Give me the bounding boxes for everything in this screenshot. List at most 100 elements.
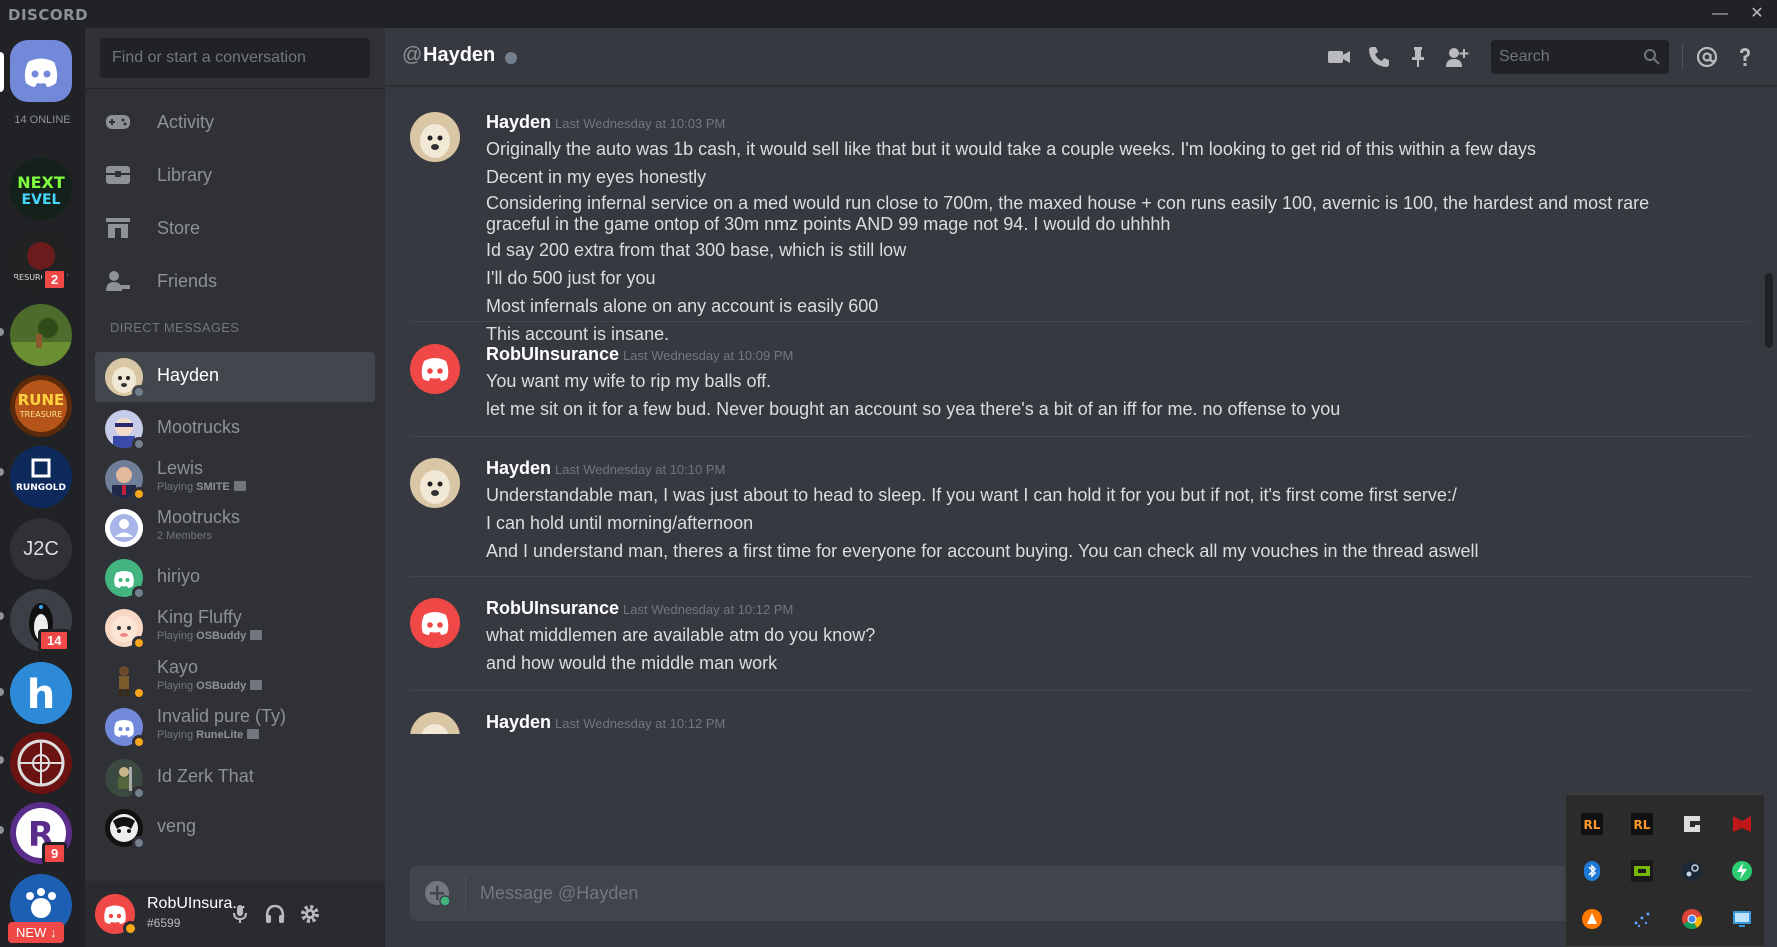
message-divider xyxy=(410,690,1750,691)
dm-name: King Fluffy xyxy=(157,607,242,627)
message-avatar[interactable] xyxy=(410,112,460,162)
chat-scrollbar[interactable] xyxy=(1765,88,1773,858)
rungold-server-icon[interactable]: RUNGOLD xyxy=(10,446,72,508)
message-divider xyxy=(410,321,1750,322)
message-input[interactable]: Message @Hayden xyxy=(480,883,638,904)
razer-icon[interactable]: RL xyxy=(1581,813,1603,835)
dm-item-invalid-pure[interactable]: Invalid pure (Ty) Playing RuneLite xyxy=(95,702,375,752)
message-avatar[interactable] xyxy=(410,598,460,648)
scrollbar-thumb[interactable] xyxy=(1765,273,1773,348)
landscape-server-icon[interactable] xyxy=(10,304,72,366)
network-icon[interactable] xyxy=(1631,908,1653,930)
video-call-icon[interactable] xyxy=(1327,45,1351,69)
next-level-server-icon[interactable]: NEXT EVEL xyxy=(10,158,72,220)
status-idle-indicator xyxy=(132,636,146,650)
wheel-server-icon[interactable] xyxy=(10,732,72,794)
nav-library[interactable]: Library xyxy=(95,153,375,197)
settings-gear-icon[interactable] xyxy=(299,903,321,925)
close-button[interactable]: ✕ xyxy=(1737,2,1777,26)
nav-friends[interactable]: Friends xyxy=(95,259,375,303)
h-server-icon[interactable]: h xyxy=(10,662,72,724)
status-idle-indicator xyxy=(132,487,146,501)
dm-item-mootrucks[interactable]: Mootrucks xyxy=(95,404,375,454)
message-text: let me sit on it for a few bud. Never bo… xyxy=(486,399,1341,419)
home-button[interactable] xyxy=(10,40,72,102)
message-author[interactable]: RobUInsurance Last Wednesday at 10:09 PM xyxy=(486,344,793,365)
server-badge: 2 xyxy=(42,268,68,291)
message-avatar[interactable] xyxy=(410,458,460,508)
message-text: I'll do 500 just for you xyxy=(486,268,656,288)
message-avatar[interactable] xyxy=(410,344,460,394)
pin-icon[interactable] xyxy=(1406,45,1430,69)
add-friend-to-dm-icon[interactable] xyxy=(1445,45,1469,69)
dm-member-count: 2 Members xyxy=(157,530,213,542)
display-icon[interactable] xyxy=(1731,908,1753,930)
dm-item-veng[interactable]: veng xyxy=(95,803,375,853)
steam-icon[interactable] xyxy=(1681,860,1703,882)
avast-icon[interactable] xyxy=(1581,908,1603,930)
title-bar: DISCORD — ✕ ☐ xyxy=(0,0,1777,28)
dm-item-hiriyo[interactable]: hiriyo xyxy=(95,553,375,603)
mentions-icon[interactable] xyxy=(1695,45,1719,69)
user-panel: RobUInsura... #6599 xyxy=(85,881,385,947)
microphone-icon[interactable] xyxy=(229,903,251,925)
svg-text:RUNGOLD: RUNGOLD xyxy=(16,483,66,493)
battery-icon[interactable] xyxy=(1731,860,1753,882)
nav-store[interactable]: Store xyxy=(95,206,375,250)
headphones-icon[interactable] xyxy=(264,903,286,925)
message-divider xyxy=(410,576,1750,577)
message-author[interactable]: Hayden Last Wednesday at 10:10 PM xyxy=(486,458,725,479)
message-text: Id say 200 extra from that 300 base, whi… xyxy=(486,240,907,260)
message-text: And I understand man, theres a first tim… xyxy=(486,541,1479,561)
message-author[interactable]: RobUInsurance Last Wednesday at 10:12 PM xyxy=(486,598,793,619)
j2c-server-icon[interactable]: J2C xyxy=(10,518,72,580)
svg-text:h: h xyxy=(27,672,55,718)
message-timestamp: Last Wednesday at 10:12 PM xyxy=(623,602,794,617)
message-text: what middlemen are available atm do you … xyxy=(486,625,876,645)
find-conversation-input[interactable]: Find or start a conversation xyxy=(100,38,370,78)
dm-item-mootrucks-group[interactable]: Mootrucks 2 Members xyxy=(95,503,375,553)
svg-text:RL: RL xyxy=(1634,818,1651,832)
message-text: I can hold until morning/afternoon xyxy=(486,513,754,533)
dm-item-king-fluffy[interactable]: King Fluffy Playing OSBuddy xyxy=(95,603,375,653)
dm-activity: Playing RuneLite xyxy=(157,729,260,741)
dm-name: veng xyxy=(157,816,197,836)
message-timestamp: Last Wednesday at 10:10 PM xyxy=(555,462,726,477)
chrome-icon[interactable] xyxy=(1681,908,1703,930)
dm-name: hiriyo xyxy=(157,566,201,586)
rune-treasure-server-icon[interactable]: RUNE TREASURE xyxy=(10,375,72,437)
dm-name: Id Zerk That xyxy=(157,766,254,786)
help-icon[interactable] xyxy=(1733,45,1757,69)
logitech-g-icon[interactable] xyxy=(1681,813,1703,835)
razer-icon[interactable]: RL xyxy=(1631,813,1653,835)
search-input[interactable]: Search xyxy=(1491,40,1669,74)
dm-item-id-zerk-that[interactable]: Id Zerk That xyxy=(95,753,375,803)
active-indicator xyxy=(0,52,4,92)
message-timestamp: Last Wednesday at 10:03 PM xyxy=(555,116,726,131)
rich-presence-icon xyxy=(250,680,263,690)
voice-call-icon[interactable] xyxy=(1367,45,1391,69)
message-author[interactable]: Hayden Last Wednesday at 10:12 PM xyxy=(486,712,725,733)
message-text: You want my wife to rip my balls off. xyxy=(486,371,772,391)
status-offline-indicator xyxy=(505,52,517,64)
minimize-button[interactable]: — xyxy=(1700,2,1740,26)
message-text: Decent in my eyes honestly xyxy=(486,167,707,187)
bluetooth-icon[interactable] xyxy=(1581,860,1603,882)
svg-text:TREASURE: TREASURE xyxy=(19,410,63,419)
upload-plus-icon[interactable] xyxy=(424,880,450,906)
dm-item-kayo[interactable]: Kayo Playing OSBuddy xyxy=(95,653,375,703)
new-unreads-button[interactable]: NEW ↓ xyxy=(8,922,65,943)
message-avatar[interactable] xyxy=(410,712,460,734)
message-composer[interactable]: Message @Hayden xyxy=(410,866,1752,921)
library-icon xyxy=(106,166,130,184)
svg-text:RL: RL xyxy=(1584,818,1601,832)
nav-label: Store xyxy=(157,218,201,238)
mcafee-icon[interactable] xyxy=(1731,813,1753,835)
nvidia-icon[interactable] xyxy=(1631,860,1653,882)
message-author[interactable]: Hayden Last Wednesday at 10:03 PM xyxy=(486,112,725,133)
app-brand: DISCORD xyxy=(8,6,89,24)
nav-activity[interactable]: Activity xyxy=(95,100,375,144)
dm-item-lewis[interactable]: Lewis Playing SMITE xyxy=(95,454,375,504)
discord-logo-icon xyxy=(24,58,58,87)
dm-item-hayden[interactable]: Hayden xyxy=(95,352,375,402)
